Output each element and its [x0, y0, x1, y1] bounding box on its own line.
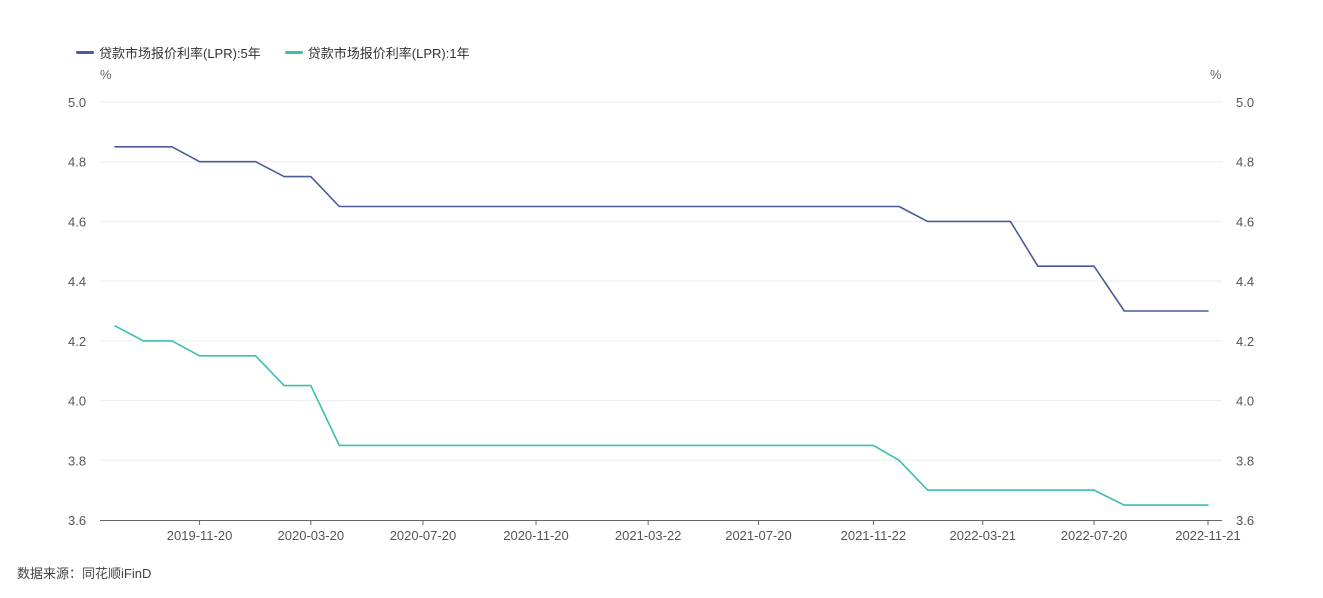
x-tick-label: 2021-03-22 [615, 528, 682, 543]
series-line-lpr-1y [114, 325, 1209, 506]
y-tick-label-left: 4.6 [68, 214, 86, 229]
x-tick-label: 2020-03-20 [278, 528, 345, 543]
y-tick-label-right: 3.6 [1236, 513, 1254, 528]
y-tick-label-right: 4.4 [1236, 274, 1254, 289]
y-tick-label-left: 3.8 [68, 453, 86, 468]
x-tick-label: 2020-07-20 [390, 528, 457, 543]
y-tick-label-left: 4.8 [68, 155, 86, 170]
y-tick-label-right: 4.2 [1236, 334, 1254, 349]
y-tick-label-right: 3.8 [1236, 453, 1254, 468]
x-tick-label: 2019-11-20 [167, 528, 233, 543]
x-tick-label: 2022-11-21 [1175, 528, 1241, 543]
line-chart: 5.0 4.8 4.6 4.4 4.2 4.0 3.8 3.6 5.0 4.8 4.6 4.4 4.2… [68, 95, 1254, 543]
x-tick-label: 2021-11-22 [841, 528, 907, 543]
x-tick-label: 2021-07-20 [725, 528, 792, 543]
gridlines [100, 101, 1222, 461]
y-tick-label-right: 4.8 [1236, 155, 1254, 170]
right-y-axis: 5.0 4.8 4.6 4.4 4.2 4.0 3.8 3.6 [1236, 95, 1254, 528]
y-tick-label-left: 4.2 [68, 334, 86, 349]
y-tick-label-left: 3.6 [68, 513, 86, 528]
data-source: 数据来源：同花顺iFinD [17, 566, 152, 581]
y-tick-label-left: 4.4 [68, 274, 86, 289]
series-line-lpr-5y [114, 146, 1209, 312]
y-tick-label-left: 5.0 [68, 95, 86, 110]
x-tick-label: 2020-11-20 [503, 528, 569, 543]
x-axis: 2019-11-20 2020-03-20 2020-07-20 2020-11-20… [100, 520, 1241, 543]
x-tick-label: 2022-07-20 [1061, 528, 1128, 543]
series-layer [114, 146, 1209, 506]
y-tick-label-right: 4.6 [1236, 214, 1254, 229]
y-tick-label-right: 5.0 [1236, 95, 1254, 110]
y-tick-label-left: 4.0 [68, 394, 86, 409]
left-y-axis: 5.0 4.8 4.6 4.4 4.2 4.0 3.8 3.6 [68, 95, 86, 528]
x-tick-label: 2022-03-21 [950, 528, 1017, 543]
y-tick-label-right: 4.0 [1236, 394, 1254, 409]
